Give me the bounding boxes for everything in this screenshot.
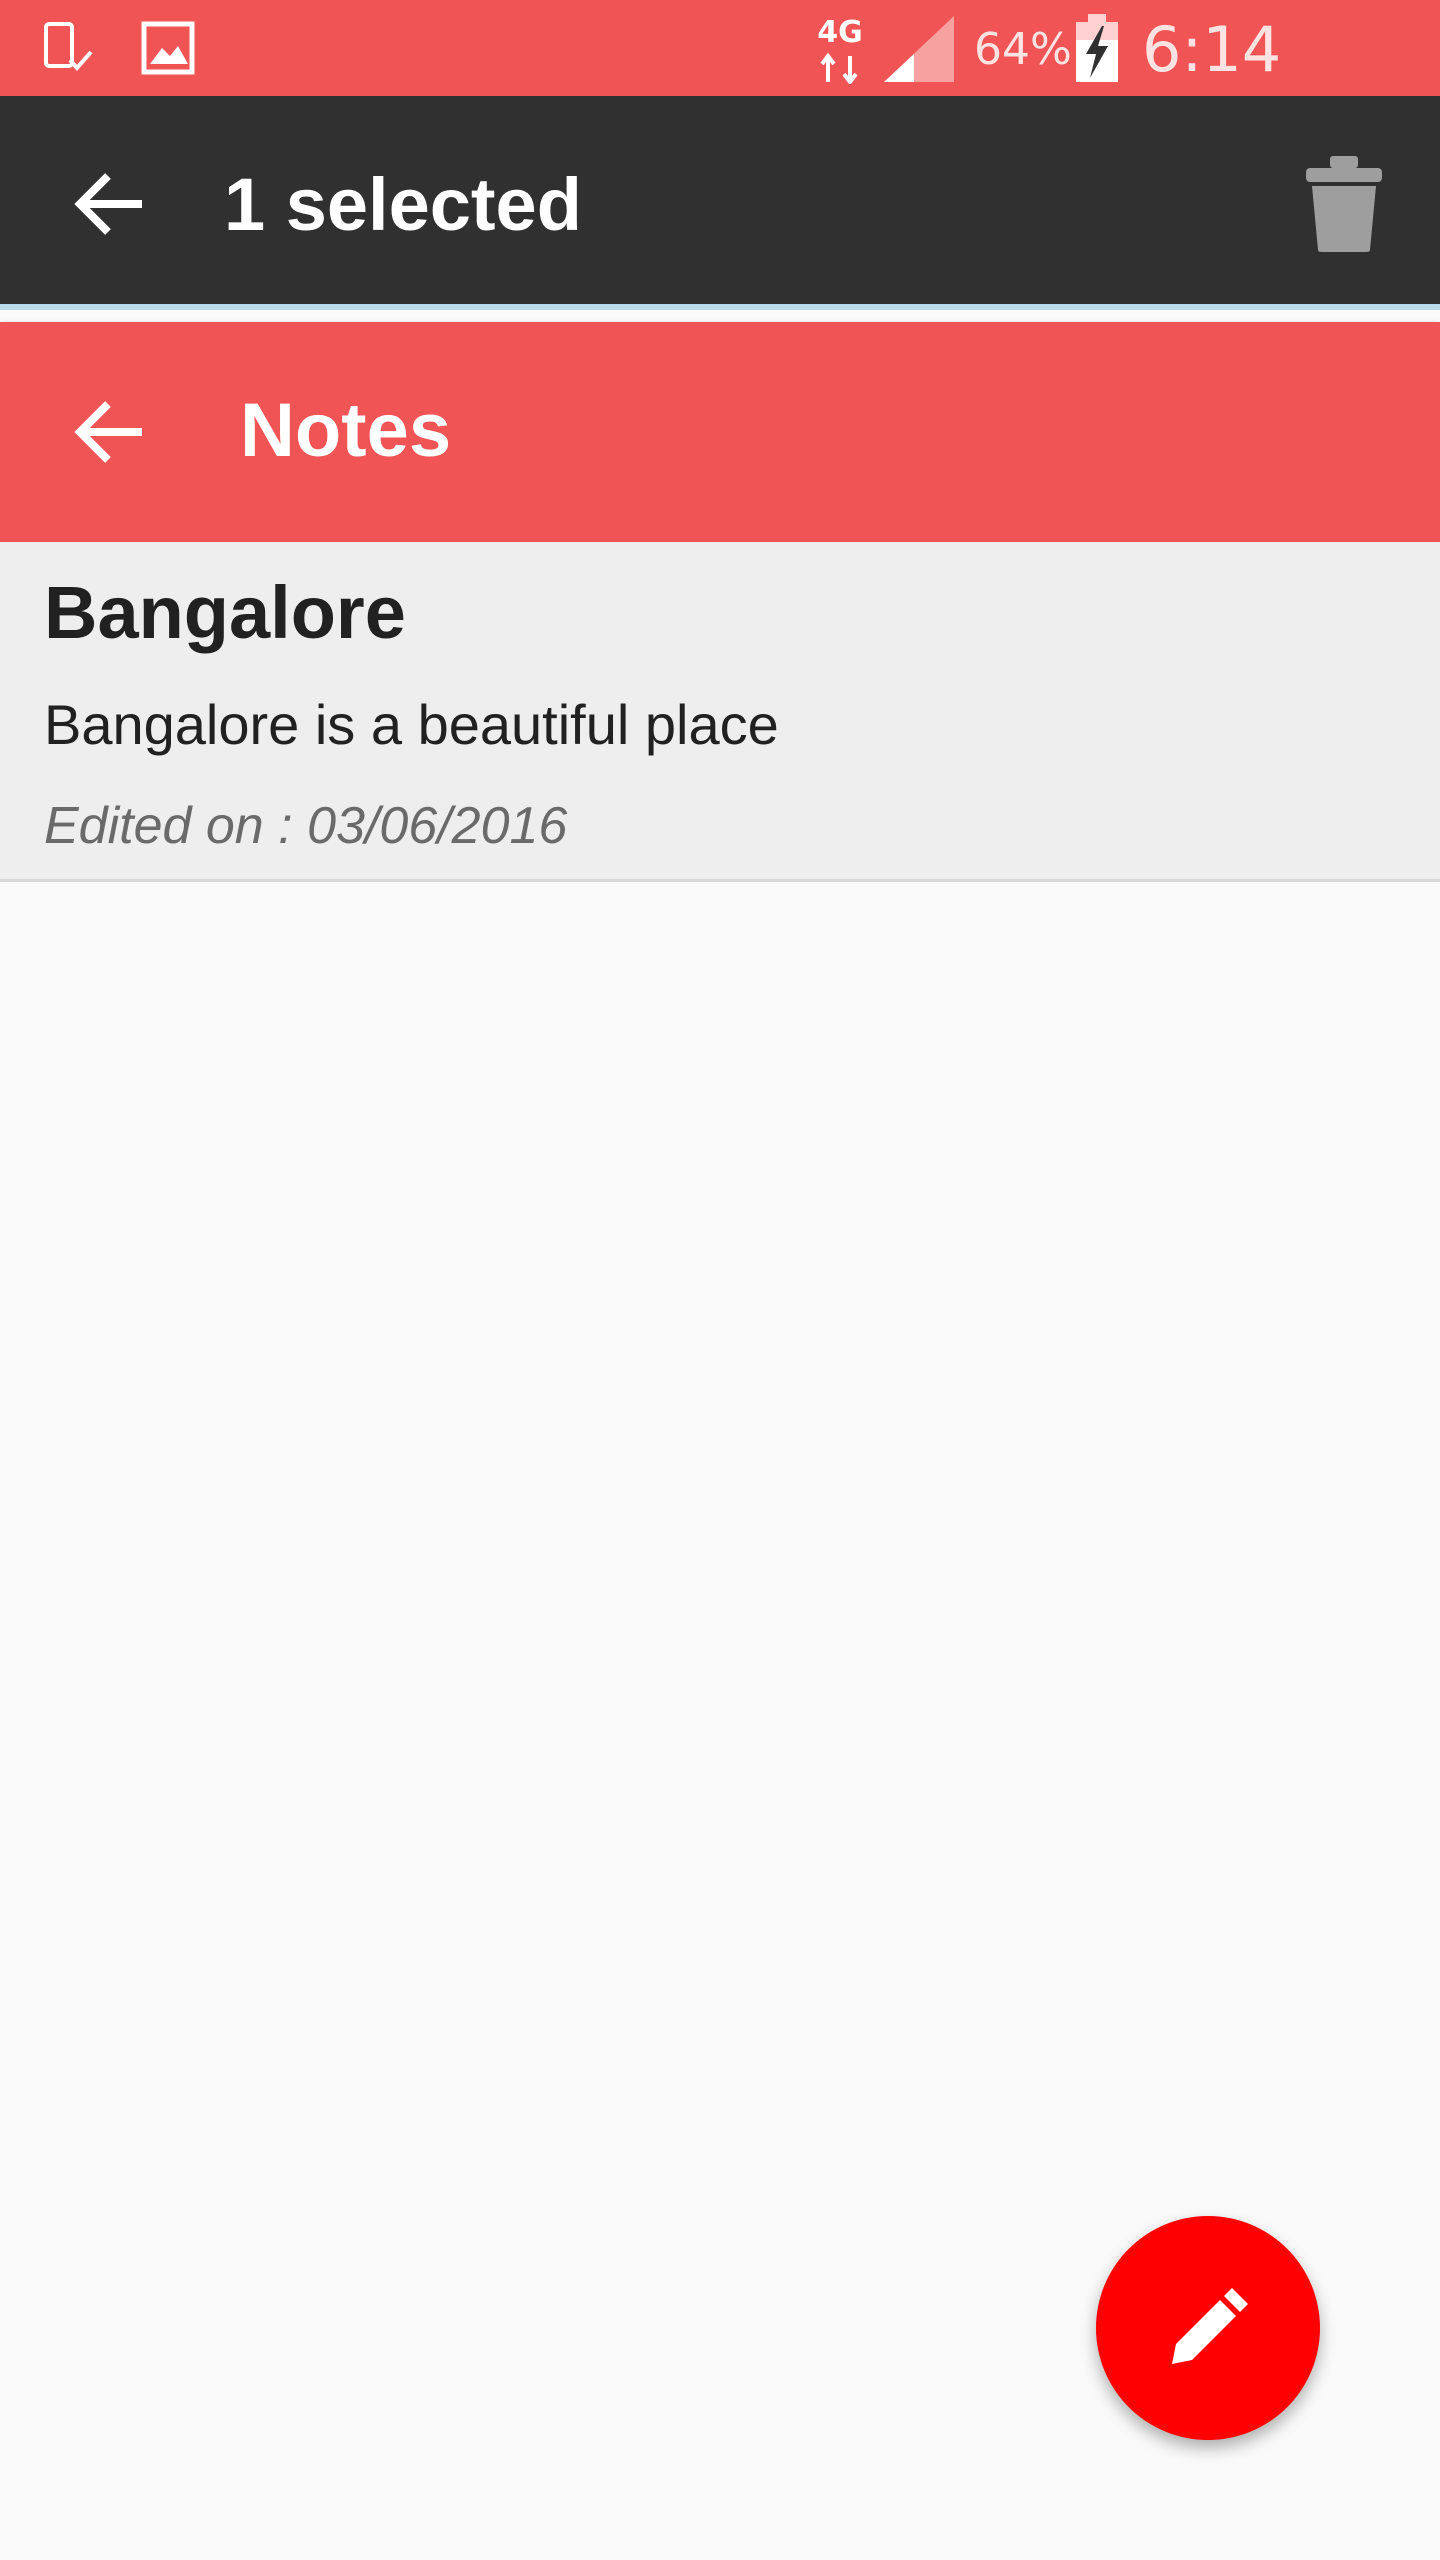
note-body: Bangalore is a beautiful place [44, 693, 779, 756]
pencil-icon [1172, 2288, 1248, 2364]
selection-count: 1 selected [224, 163, 582, 246]
battery-charging-icon [1076, 14, 1118, 82]
note-title: Bangalore [44, 571, 406, 654]
note-edited-date: Edited on : 03/06/2016 [44, 797, 568, 855]
trash-icon[interactable] [1304, 154, 1384, 254]
signal-icon [884, 16, 954, 82]
image-icon [141, 21, 195, 75]
list-item[interactable]: Bangalore Bangalore is a beautiful place… [0, 542, 1440, 882]
battery-percent: 64% [974, 24, 1072, 75]
status-bar: 4G 64% 6:14 p.m. [0, 0, 1440, 152]
network-type: 4G [817, 15, 863, 50]
new-note-button[interactable] [1096, 2216, 1320, 2440]
arrow-back-icon[interactable] [72, 394, 148, 470]
selection-action-bar: 1 selected [0, 96, 1440, 310]
arrow-back-icon[interactable] [72, 166, 148, 242]
device-check-icon [44, 22, 93, 72]
data-transfer-icon: 4G [817, 15, 863, 84]
page-title: Notes [240, 388, 452, 473]
app-toolbar: Notes [0, 322, 1440, 542]
